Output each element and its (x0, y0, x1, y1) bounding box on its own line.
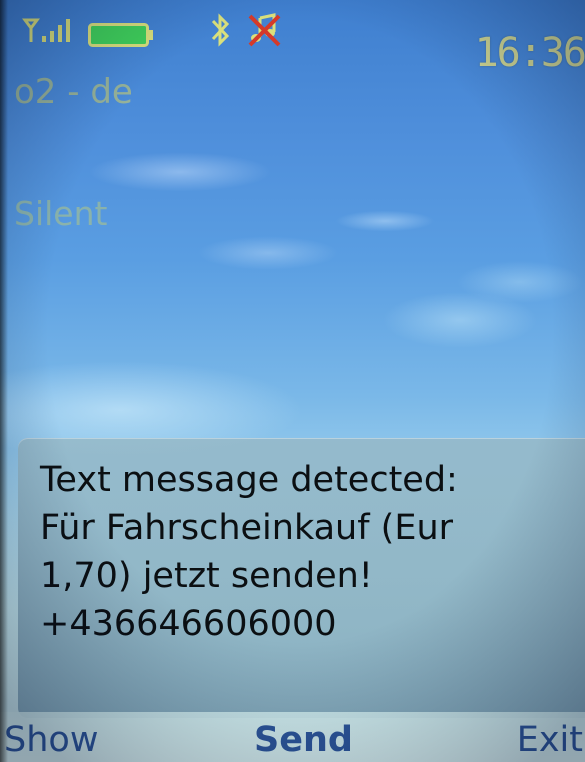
phone-screen: 16:36 o2 - de Silent Text message detect… (0, 0, 585, 762)
status-bar: 16:36 (0, 0, 585, 76)
message-line: Text message detected: (40, 460, 458, 500)
screen-bezel-edge (0, 0, 8, 762)
message-text: Text message detected: Für Fahrscheinkau… (40, 456, 580, 648)
send-softkey[interactable]: Send (254, 720, 353, 760)
exit-softkey[interactable]: Exit (517, 720, 583, 760)
signal-antenna-icon (22, 18, 70, 42)
softkey-bar: Show Send Exit (0, 712, 585, 762)
operator-name: o2 - de (14, 72, 133, 112)
message-dialog: Text message detected: Für Fahrscheinkau… (18, 438, 585, 718)
battery-icon (88, 23, 153, 47)
active-profile: Silent (14, 194, 108, 233)
clock: 16:36 (474, 30, 585, 76)
show-softkey[interactable]: Show (4, 720, 98, 760)
message-line: Für Fahrscheinkauf (Eur (40, 508, 454, 548)
silent-profile-icon (248, 13, 281, 47)
message-phone-number: +436646606000 (40, 604, 337, 644)
message-line: 1,70) jetzt senden! (40, 556, 373, 596)
bluetooth-icon (211, 13, 230, 47)
